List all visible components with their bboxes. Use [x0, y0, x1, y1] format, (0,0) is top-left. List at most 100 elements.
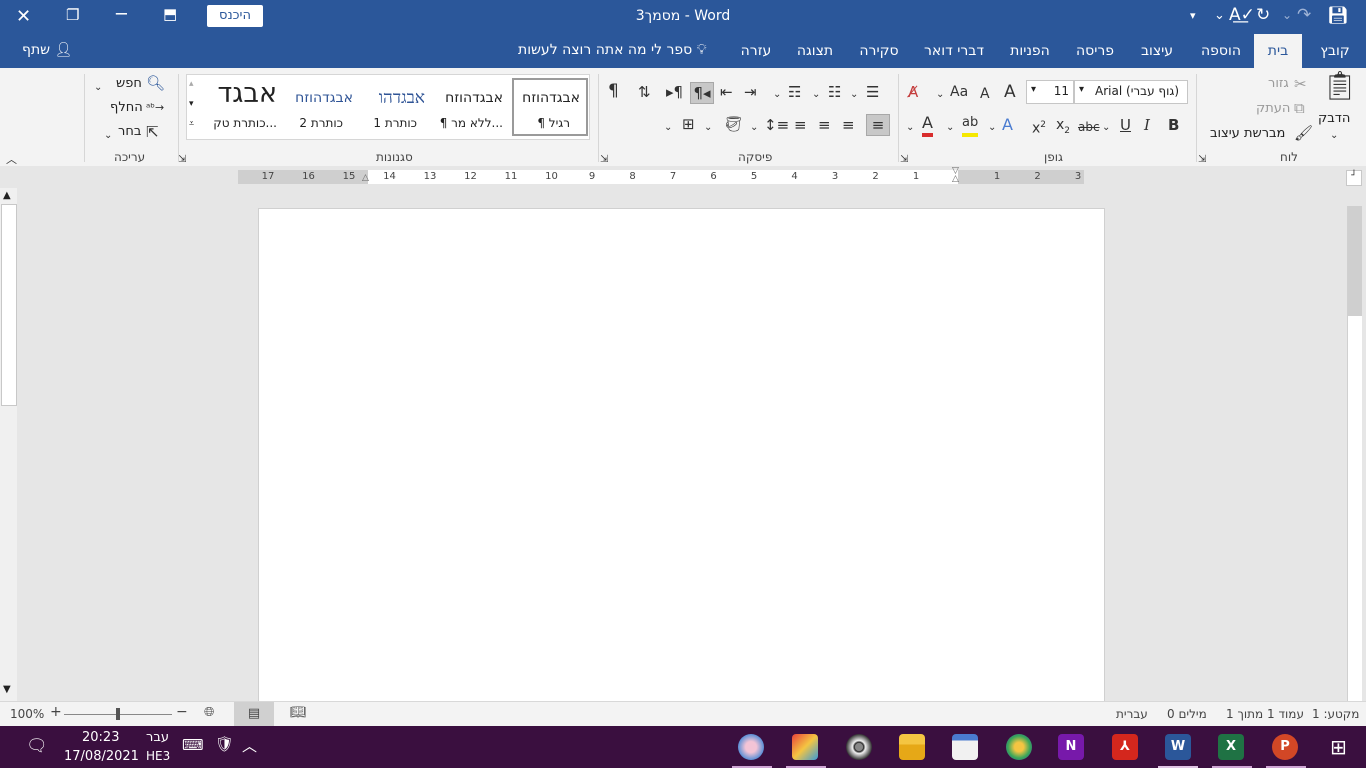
decrease-indent-icon[interactable]: ⇤ [720, 82, 733, 102]
chevron-down-icon[interactable]: ⌄ [946, 118, 954, 138]
undo-dropdown-icon[interactable]: ⌄ [1282, 8, 1292, 22]
align-right-icon[interactable]: ≡ [842, 115, 855, 135]
minimize-icon[interactable]: ─ [116, 4, 127, 25]
tab-home[interactable]: בית [1254, 34, 1302, 68]
tray-expand-icon[interactable]: ︿ [242, 735, 257, 756]
style-no-spacing[interactable]: אבגדהוזח ¶ ללא מר... [435, 78, 509, 134]
font-size-select[interactable]: 11 ▾ [1026, 80, 1074, 104]
change-case-icon[interactable]: Aa [950, 82, 968, 102]
page-count[interactable]: עמוד 1 מתוך 1 [1226, 707, 1304, 721]
signin-button[interactable]: היכנס [207, 5, 263, 27]
scroll-thumb[interactable] [1, 204, 17, 406]
style-normal[interactable]: אבגדהוזח ¶ רגיל [512, 78, 588, 136]
copy-label[interactable]: העתק [1256, 101, 1290, 116]
read-mode-icon[interactable]: 📖︎ [290, 705, 307, 720]
chevron-down-icon[interactable]: ⌄ [750, 118, 758, 138]
repeat-icon[interactable]: ↻ [1256, 5, 1270, 25]
left-indent-marker[interactable]: △ [952, 174, 959, 184]
multilevel-list-icon[interactable]: ☶ [788, 82, 801, 102]
zoom-slider[interactable] [64, 708, 172, 720]
chevron-down-icon[interactable]: ⌄ [664, 118, 672, 138]
input-language[interactable]: עבר [146, 730, 169, 745]
replace-label[interactable]: החלף [110, 100, 143, 115]
scroll-up-icon[interactable]: ▲ [3, 190, 11, 201]
subscript-button[interactable]: x2 [1056, 115, 1070, 141]
tab-design[interactable]: עיצוב [1134, 34, 1180, 68]
zoom-level[interactable]: 100% [10, 707, 44, 721]
scroll-down-icon[interactable]: ▼ [3, 684, 11, 695]
grow-font-icon[interactable]: A [1004, 82, 1016, 102]
style-heading-2[interactable]: אבגדהוזח כותרת 2 [283, 78, 357, 134]
superscript-button[interactable]: x2 [1032, 115, 1046, 139]
close-icon[interactable]: ✕ [16, 6, 31, 27]
find-label[interactable]: חפש [116, 76, 142, 91]
tab-mailings[interactable]: דברי דואר [918, 34, 990, 68]
redo-icon[interactable]: ↷ [1297, 5, 1311, 25]
shading-icon[interactable]: 🪣︎ [724, 114, 743, 134]
notepad-app-icon[interactable] [952, 734, 978, 760]
spellcheck-icon[interactable]: A͟✓ [1229, 5, 1255, 25]
line-spacing-icon[interactable]: ↕≡ [764, 115, 789, 135]
borders-icon[interactable]: ⊞ [682, 114, 695, 134]
document-page[interactable] [258, 208, 1105, 710]
tab-references[interactable]: הפניות [1004, 34, 1056, 68]
vertical-scrollbar[interactable]: ▲ ▼ [0, 188, 17, 701]
ribbon-display-icon[interactable]: ⬒ [163, 5, 177, 23]
chevron-down-icon[interactable]: ⌄ [812, 85, 820, 105]
style-title[interactable]: אבגד כותרת טק... [205, 78, 281, 134]
chevron-down-icon[interactable]: ⌄ [906, 118, 914, 138]
shrink-font-icon[interactable]: A [980, 84, 990, 104]
sort-icon[interactable]: ⇅ [638, 82, 651, 102]
restore-icon[interactable]: ❐ [66, 6, 79, 24]
horizontal-ruler[interactable]: 3 2 1 1 2 3 4 5 6 7 8 9 10 11 12 13 14 15 16 17 △ ▽ △ [238, 166, 1084, 184]
windows-start-icon[interactable]: ⊞ [1330, 735, 1347, 759]
paste-dropdown-icon[interactable]: ⌄ [1330, 126, 1338, 146]
chevron-down-icon[interactable]: ⌄ [104, 126, 112, 146]
tab-insert[interactable]: הוספה [1196, 34, 1246, 68]
tab-file[interactable]: קובץ [1312, 34, 1358, 68]
paste-label[interactable]: הדבק [1318, 111, 1350, 126]
excel-icon[interactable]: X [1218, 734, 1244, 760]
chevron-down-icon[interactable]: ⌄ [1102, 118, 1110, 138]
pilcrow-icon[interactable]: ¶ [608, 81, 619, 101]
notifications-icon[interactable]: 🗨︎ [26, 736, 48, 756]
zoom-out-icon[interactable]: − [176, 704, 188, 720]
bold-button[interactable]: B [1168, 115, 1179, 135]
customize-qat-icon[interactable]: ▾ [1190, 9, 1196, 22]
word-icon[interactable]: W [1165, 734, 1191, 760]
tab-help[interactable]: עזרה [736, 34, 776, 68]
chevron-down-icon[interactable]: ⌄ [704, 118, 712, 138]
highlight-icon[interactable]: ab [962, 113, 979, 137]
spelling-qat-icon[interactable]: ⌄ [1214, 8, 1225, 23]
style-heading-1[interactable]: אבגדהו כותרת 1 [359, 78, 433, 134]
underline-button[interactable]: U [1120, 115, 1131, 135]
web-layout-icon[interactable]: 🌐︎ [204, 705, 214, 720]
word-count[interactable]: 0 מילים [1167, 707, 1207, 721]
input-language-code[interactable]: HE3 [146, 749, 170, 763]
chevron-down-icon[interactable]: ⌄ [94, 78, 102, 98]
keyboard-icon[interactable]: ⌨︎ [182, 736, 204, 754]
italic-button[interactable]: I [1144, 115, 1150, 135]
onenote-icon[interactable]: N [1058, 734, 1084, 760]
gallery-up-icon[interactable]: ▴ [189, 79, 194, 89]
media-app-icon[interactable] [846, 734, 872, 760]
cut-label[interactable]: גזור [1268, 76, 1289, 91]
font-color-icon[interactable]: A [922, 113, 933, 137]
paste-icon[interactable]: 📋︎ [1322, 72, 1358, 100]
strikethrough-button[interactable]: abc [1078, 117, 1100, 137]
center-icon[interactable]: ≡ [818, 115, 831, 135]
zoom-in-icon[interactable]: + [50, 704, 62, 720]
select-label[interactable]: בחר [118, 124, 141, 139]
rtl-direction-icon[interactable]: ¶◂ [690, 82, 714, 104]
gallery-down-icon[interactable]: ▾ [189, 99, 194, 109]
tab-view[interactable]: תצוגה [792, 34, 838, 68]
clear-formatting-icon[interactable]: A̸ [908, 82, 918, 102]
zoom-thumb[interactable] [116, 708, 120, 720]
language-status[interactable]: עברית [1116, 707, 1148, 721]
numbering-icon[interactable]: ☷ [828, 82, 841, 102]
file-explorer-icon[interactable] [899, 734, 925, 760]
chevron-down-icon[interactable]: ⌄ [988, 118, 996, 138]
format-painter-label[interactable]: מברשת עיצוב [1210, 126, 1285, 141]
right-indent-marker[interactable]: △ [362, 173, 369, 183]
bullets-icon[interactable]: ☰ [866, 82, 879, 102]
